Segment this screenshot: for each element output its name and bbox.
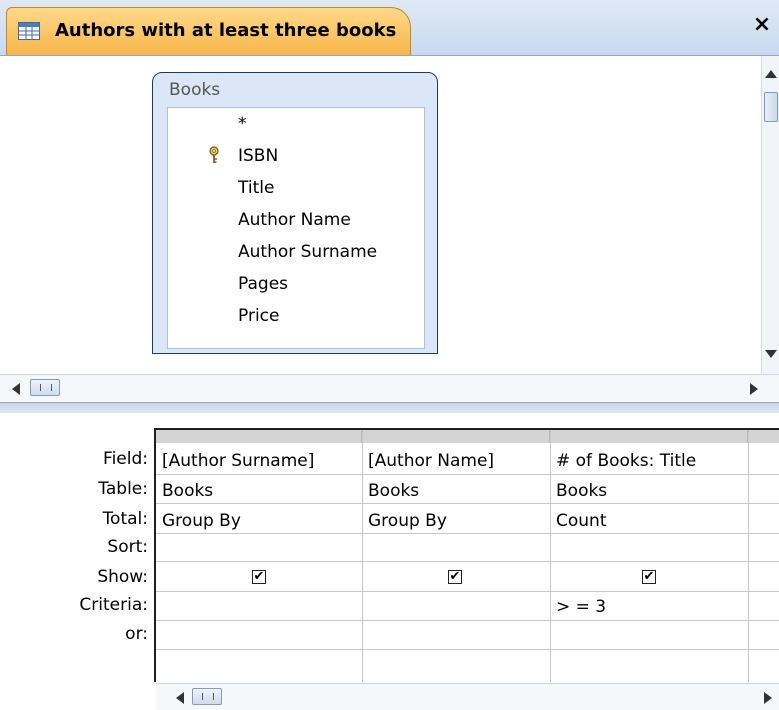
- row-label-total: Total:: [102, 509, 148, 529]
- show-checkbox[interactable]: ✔: [252, 570, 266, 584]
- row-label-criteria: Criteria:: [79, 595, 148, 615]
- grid-divider: [156, 620, 779, 621]
- close-icon[interactable]: ×: [751, 14, 773, 36]
- field-title[interactable]: Title: [238, 178, 274, 198]
- grid-cell-field[interactable]: [Author Surname]: [162, 451, 314, 471]
- grid-divider: [156, 591, 779, 592]
- column-selector[interactable]: [362, 430, 550, 443]
- row-label-sort: Sort:: [107, 537, 148, 557]
- row-label-field: Field:: [103, 449, 148, 469]
- column-selector[interactable]: [748, 430, 779, 443]
- grid-cell-total[interactable]: Group By: [368, 511, 447, 531]
- grid-cell-table[interactable]: Books: [162, 481, 213, 501]
- row-label-or: or:: [125, 624, 148, 644]
- primary-key-icon: [209, 146, 219, 163]
- scroll-right-icon[interactable]: [764, 692, 772, 704]
- field-author-surname[interactable]: Author Surname: [238, 242, 377, 262]
- grid-divider: [748, 430, 749, 682]
- field-price[interactable]: Price: [238, 306, 279, 326]
- scroll-thumb[interactable]: [764, 92, 778, 122]
- grid-divider: [156, 649, 779, 650]
- grid-cell-total[interactable]: Count: [556, 511, 607, 531]
- grid-divider: [156, 474, 779, 475]
- scroll-down-icon[interactable]: [765, 350, 777, 358]
- field-author-name[interactable]: Author Name: [238, 210, 351, 230]
- grid-cell-criteria[interactable]: > = 3: [556, 597, 606, 617]
- grid-cell-field[interactable]: # of Books: Title: [556, 451, 696, 471]
- grid-divider: [550, 430, 551, 682]
- field-list[interactable]: * ISBN Title Author Name Author Surname …: [167, 107, 425, 349]
- books-table-box[interactable]: Books * ISBN Title Author Name Author Su…: [152, 72, 438, 354]
- scroll-up-icon[interactable]: [765, 70, 777, 78]
- grid-cell-field[interactable]: [Author Name]: [368, 451, 494, 471]
- show-checkbox[interactable]: ✔: [642, 570, 656, 584]
- grid-divider: [156, 561, 779, 562]
- grid-divider: [156, 503, 779, 504]
- document-tab-bar: Authors with at least three books ×: [0, 0, 779, 56]
- column-selector[interactable]: [156, 430, 362, 443]
- query-title: Authors with at least three books: [55, 20, 397, 41]
- field-pages[interactable]: Pages: [238, 274, 288, 294]
- scroll-thumb[interactable]: [192, 688, 222, 705]
- show-checkbox[interactable]: ✔: [448, 570, 462, 584]
- vertical-scrollbar[interactable]: [761, 56, 779, 374]
- field-isbn[interactable]: ISBN: [238, 146, 278, 166]
- query-icon: [18, 22, 40, 40]
- design-grid[interactable]: [Author Surname] Books Group By ✔ [Autho…: [154, 428, 779, 682]
- column-selector[interactable]: [550, 430, 748, 443]
- grid-cell-table[interactable]: Books: [556, 481, 607, 501]
- grid-divider: [362, 430, 363, 682]
- scroll-thumb[interactable]: [30, 379, 60, 396]
- scroll-left-icon[interactable]: [12, 383, 20, 395]
- scroll-right-icon[interactable]: [750, 383, 758, 395]
- row-label-show: Show:: [97, 567, 148, 587]
- grid-cell-table[interactable]: Books: [368, 481, 419, 501]
- row-label-table: Table:: [98, 479, 148, 499]
- grid-cell-total[interactable]: Group By: [162, 511, 241, 531]
- grid-divider: [156, 533, 779, 534]
- horizontal-scrollbar-top[interactable]: [0, 374, 779, 401]
- field-all[interactable]: *: [238, 114, 247, 134]
- horizontal-scrollbar-bottom[interactable]: [156, 683, 779, 710]
- query-tab[interactable]: Authors with at least three books: [6, 7, 411, 55]
- table-title: Books: [169, 80, 221, 100]
- scroll-left-icon[interactable]: [176, 692, 184, 704]
